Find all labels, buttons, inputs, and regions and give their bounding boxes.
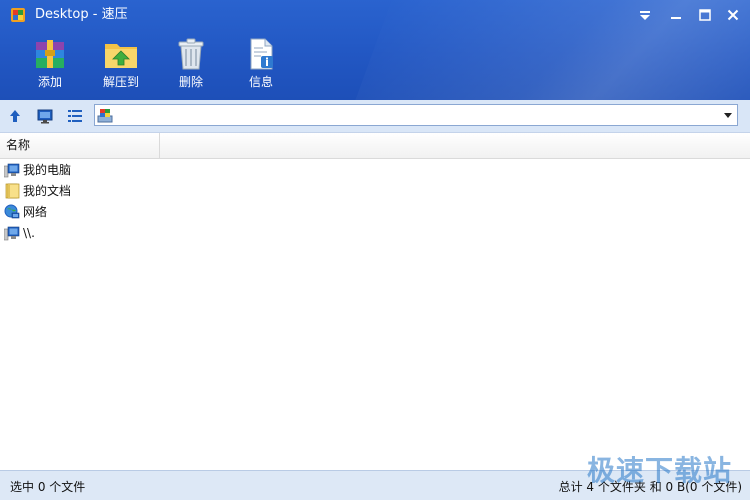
address-bar[interactable]: [94, 104, 738, 126]
navigation-bar: [0, 100, 750, 133]
maximize-button[interactable]: [694, 4, 716, 26]
network-icon: [4, 204, 20, 219]
info-label: 信息: [248, 75, 273, 89]
monitor-icon: [37, 109, 53, 124]
computer-icon: [4, 163, 20, 178]
delete-button[interactable]: 删除: [161, 38, 221, 94]
extract-to-label: 解压到: [102, 75, 139, 89]
add-button[interactable]: 添加: [20, 38, 80, 94]
status-bar: 选中 0 个文件 总计 4 个文件夹 和 0 B(0 个文件): [0, 470, 750, 500]
delete-label: 删除: [178, 75, 203, 89]
column-header-name[interactable]: 名称: [0, 133, 160, 158]
list-item-label: 我的文档: [23, 184, 72, 198]
list-item-my-computer[interactable]: 我的电脑: [4, 160, 71, 180]
view-desktop-button[interactable]: [34, 105, 56, 127]
title-toolbar-area: Desktop - 速压 添加 解压到 删除 信息: [0, 0, 750, 100]
menu-dropdown-button[interactable]: [634, 4, 656, 26]
close-icon: [727, 9, 739, 21]
address-dropdown-icon[interactable]: [721, 108, 735, 122]
close-button[interactable]: [722, 4, 744, 26]
status-selection: 选中 0 个文件: [10, 480, 86, 494]
extract-to-button[interactable]: 解压到: [91, 38, 151, 94]
add-label: 添加: [37, 75, 62, 89]
desktop-location-icon: [97, 109, 113, 123]
app-logo-icon: [10, 7, 26, 23]
list-item-label: \\.: [23, 226, 35, 240]
title-sheen: [344, 0, 750, 100]
arrow-up-icon: [10, 110, 20, 122]
computer-icon: [4, 226, 20, 241]
list-item-label: 网络: [23, 205, 48, 219]
extract-folder-icon: [105, 44, 137, 68]
up-folder-button[interactable]: [4, 105, 26, 127]
minimize-icon: [671, 17, 681, 19]
dropdown-menu-icon: [640, 11, 650, 20]
list-item-my-documents[interactable]: 我的文档: [4, 181, 71, 201]
list-view-button[interactable]: [64, 105, 86, 127]
trash-icon: [178, 38, 204, 70]
list-view-icon: [68, 110, 82, 122]
list-item-label: 我的电脑: [23, 163, 72, 177]
documents-folder-icon: [5, 183, 20, 199]
archive-add-icon: [36, 40, 64, 68]
minimize-button[interactable]: [665, 4, 687, 26]
document-info-icon: [250, 38, 273, 70]
window-title: Desktop - 速压: [35, 7, 128, 22]
list-item-unc-root[interactable]: \\.: [4, 223, 35, 243]
column-header: 名称: [0, 133, 750, 159]
list-item-network[interactable]: 网络: [4, 202, 47, 222]
status-totals: 总计 4 个文件夹 和 0 B(0 个文件): [558, 480, 742, 494]
maximize-icon: [699, 9, 711, 21]
info-button[interactable]: 信息: [231, 38, 291, 94]
